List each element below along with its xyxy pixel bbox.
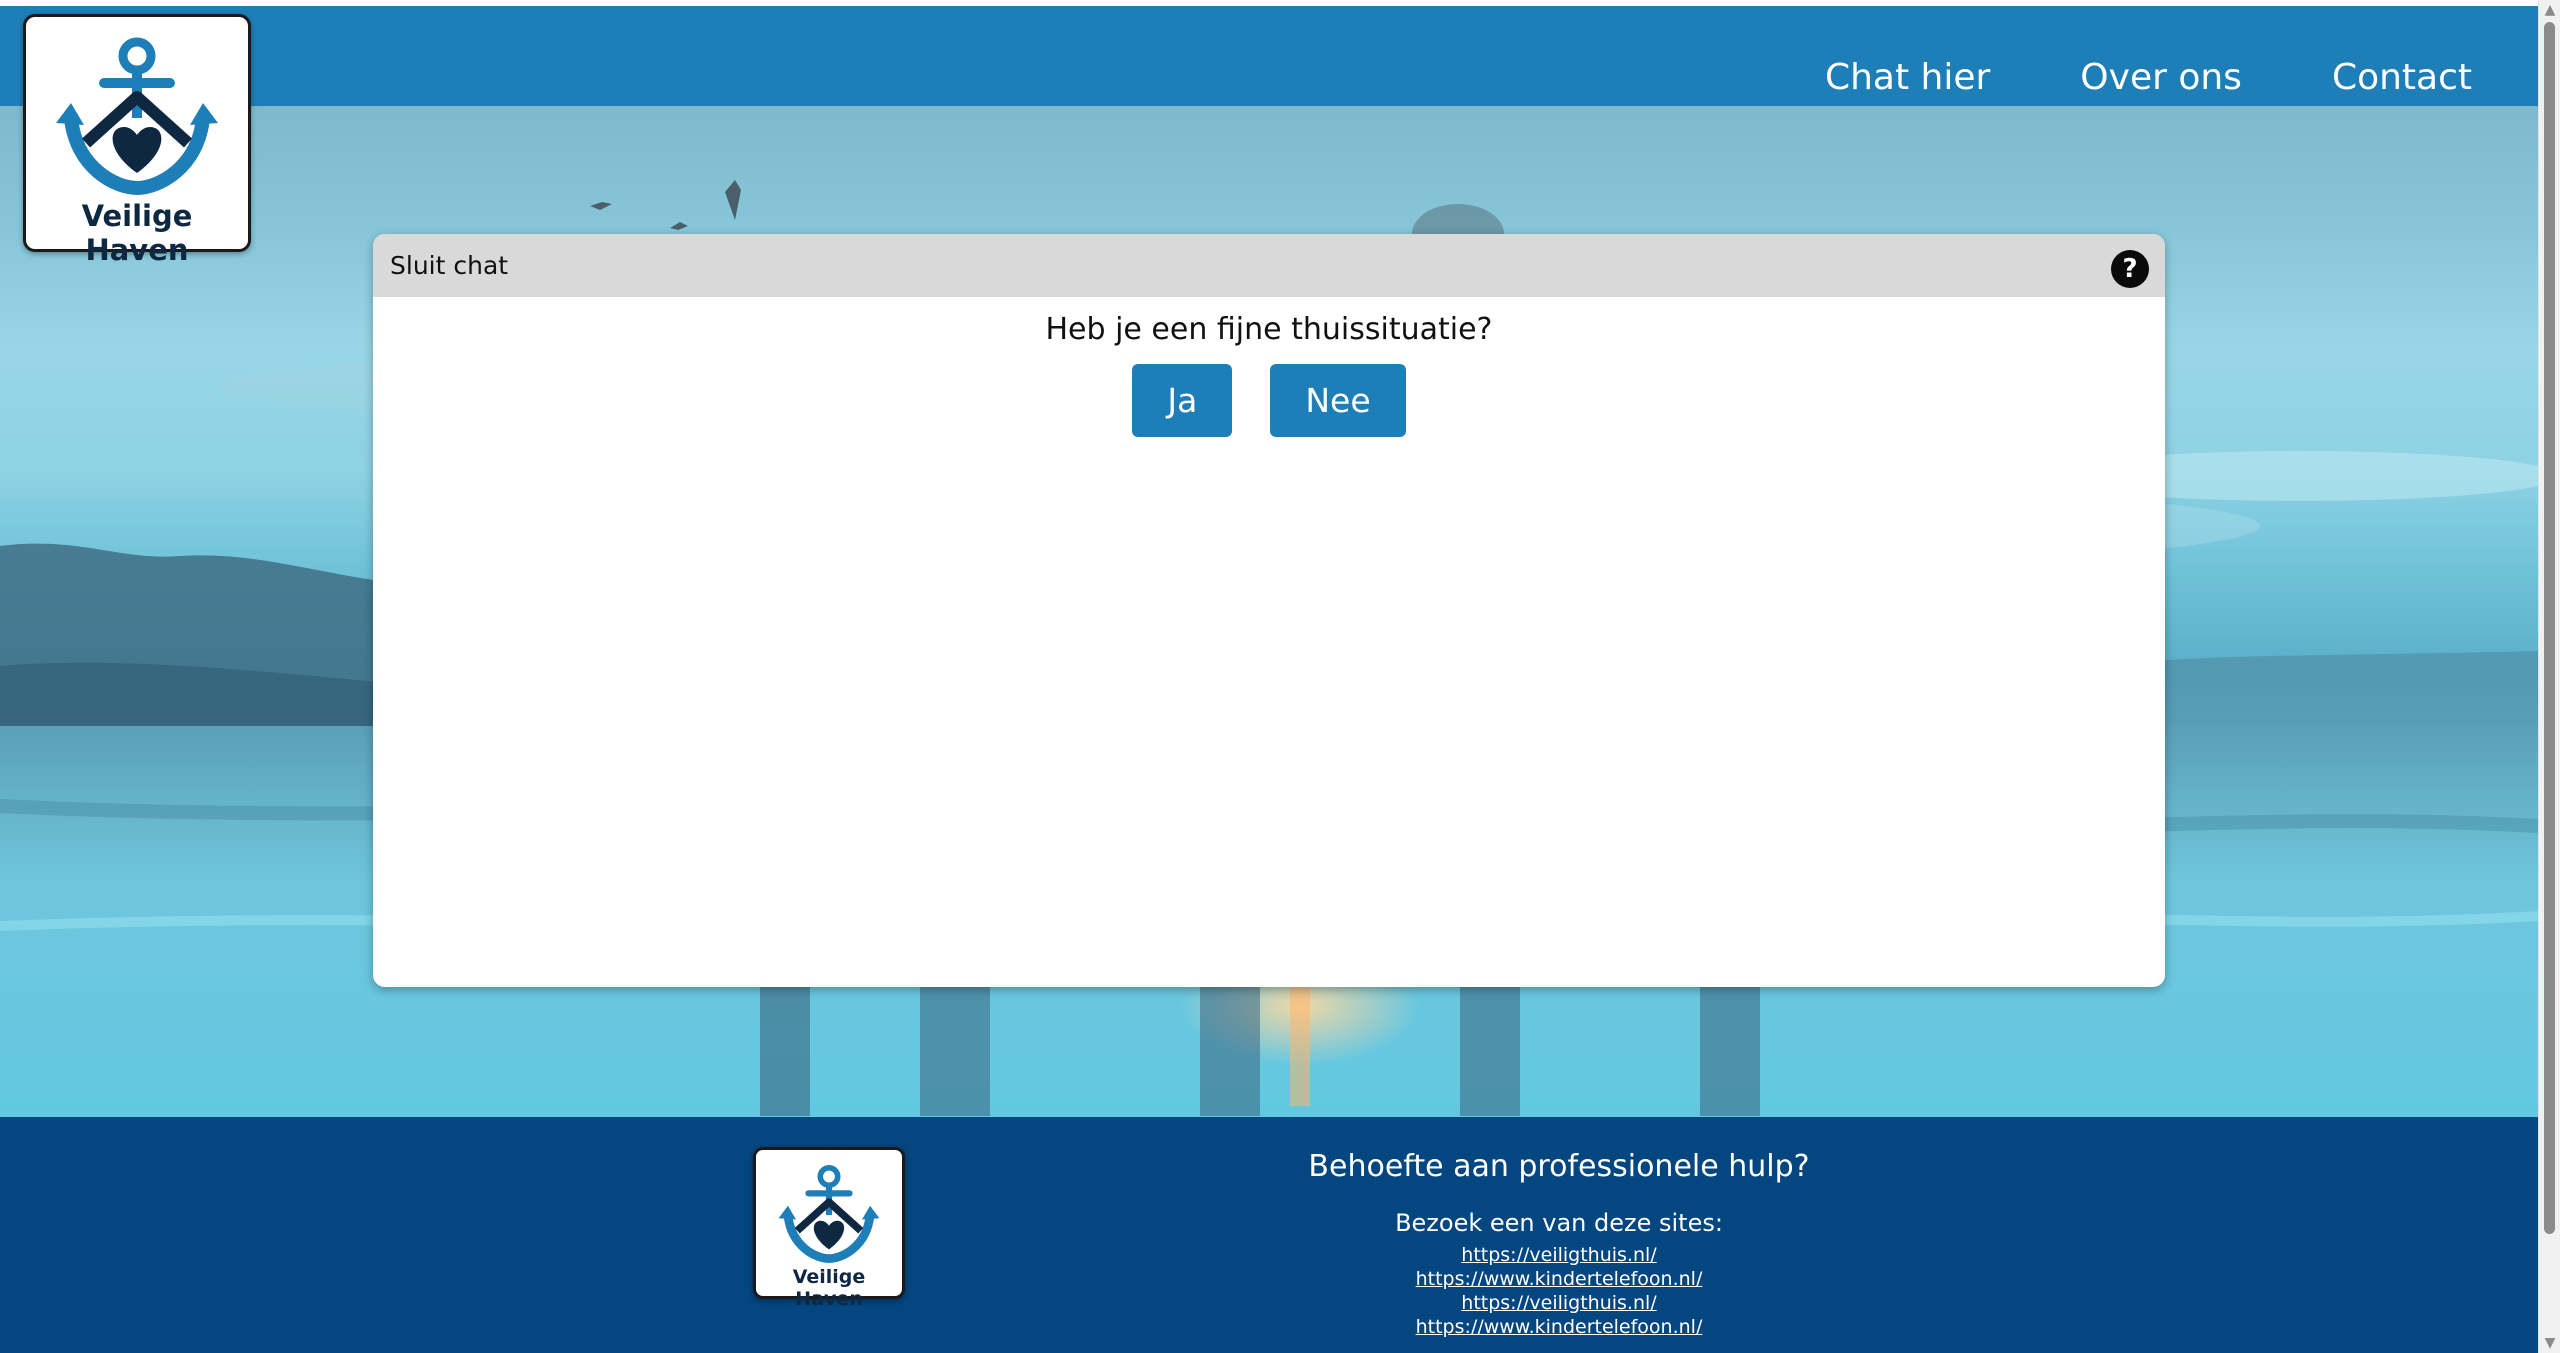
help-links: https://veiligthuis.nl/ https://www.kind… (1259, 1243, 1859, 1339)
help-title: Behoefte aan professionele hulp? (1308, 1149, 1810, 1184)
vertical-scrollbar[interactable]: ▲ ▼ (2538, 0, 2560, 1353)
help-link-veiligthuis[interactable]: https://veiligthuis.nl/ (1259, 1291, 1859, 1315)
scroll-down-icon[interactable]: ▼ (2539, 1333, 2560, 1353)
chat-window: Sluit chat ? Heb je een fijne thuissitua… (373, 234, 2165, 987)
answer-options: Ja Nee (373, 364, 2165, 437)
page: Chat hier Over ons Contact Veilige Haven (0, 0, 2538, 1353)
answer-no-button[interactable]: Nee (1270, 364, 1406, 437)
close-chat-button[interactable]: Sluit chat (390, 250, 508, 282)
help-subtitle: Bezoek een van deze sites: (1395, 1209, 1723, 1237)
anchor-house-heart-icon (778, 1165, 880, 1264)
footer-logo[interactable]: Veilige Haven (753, 1147, 905, 1310)
footer-logo-wordmark: Veilige Haven (792, 1266, 866, 1310)
logo-wordmark: Veilige Haven (81, 199, 193, 267)
header-logo[interactable]: Veilige Haven (23, 14, 251, 267)
top-navigation-bar: Chat hier Over ons Contact (0, 6, 2538, 106)
chat-question: Heb je een fijne thuissituatie? (1045, 312, 1493, 347)
answer-yes-button[interactable]: Ja (1132, 364, 1233, 437)
scrollbar-thumb[interactable] (2544, 22, 2555, 1234)
professional-help-block: Behoefte aan professionele hulp? Bezoek … (1259, 1147, 1859, 1339)
main-nav: Chat hier Over ons Contact (1825, 53, 2472, 103)
footer: Veilige Haven Behoefte aan professionele… (0, 1117, 2538, 1353)
nav-contact[interactable]: Contact (2332, 53, 2472, 103)
nav-over-ons[interactable]: Over ons (2080, 53, 2242, 103)
anchor-house-heart-icon (56, 37, 218, 196)
nav-chat-hier[interactable]: Chat hier (1825, 53, 1990, 103)
help-link-kindertelefoon[interactable]: https://www.kindertelefoon.nl/ (1259, 1315, 1859, 1339)
scroll-up-icon[interactable]: ▲ (2539, 0, 2560, 20)
chat-header: Sluit chat ? (373, 234, 2165, 297)
help-link-veiligthuis[interactable]: https://veiligthuis.nl/ (1259, 1243, 1859, 1267)
help-link-kindertelefoon[interactable]: https://www.kindertelefoon.nl/ (1259, 1267, 1859, 1291)
help-icon[interactable]: ? (2111, 250, 2149, 288)
